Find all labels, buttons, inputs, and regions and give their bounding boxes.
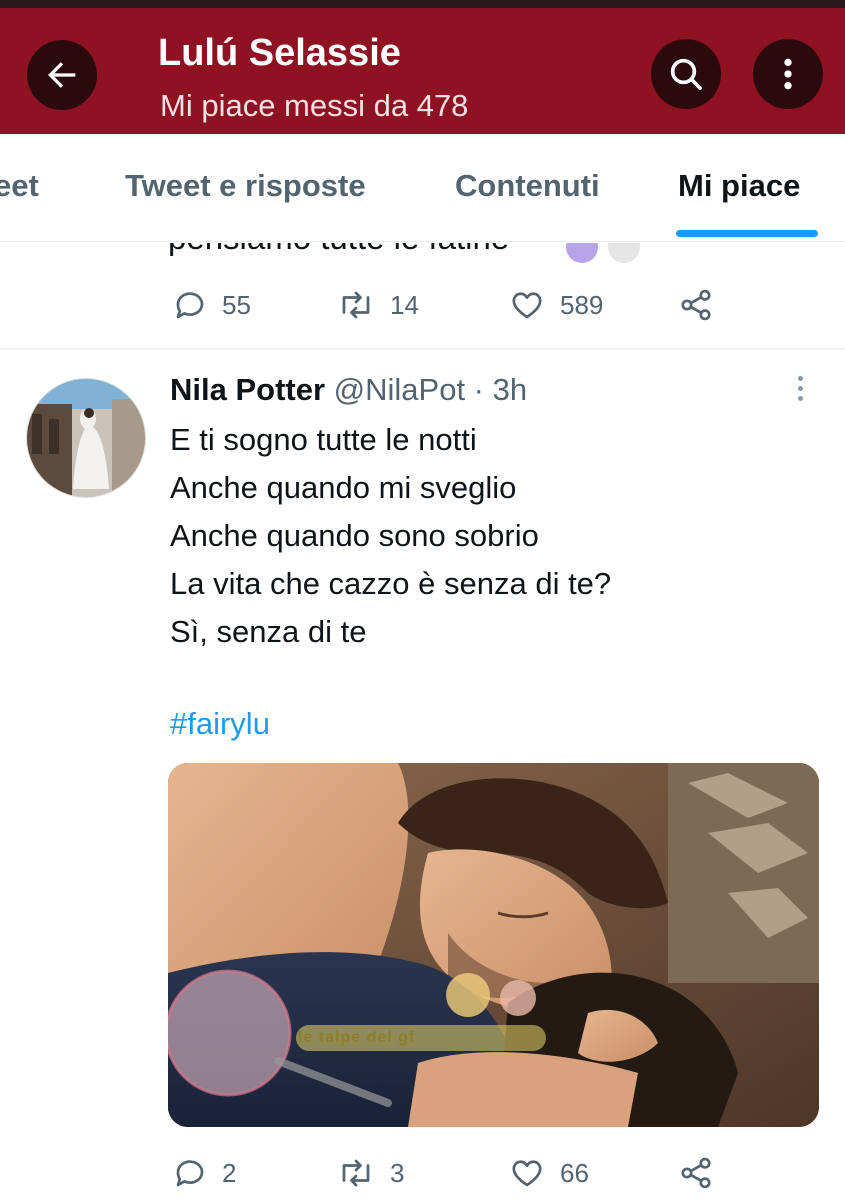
like-count: 589 <box>560 289 604 320</box>
white-heart-emoji <box>608 243 640 263</box>
retweet-icon <box>342 1159 370 1187</box>
more-vertical-icon <box>784 58 792 90</box>
profile-header: Lulú Selassie Mi piace messi da 478 <box>0 8 845 134</box>
back-button[interactable] <box>27 40 97 110</box>
retweet-count: 3 <box>390 1157 405 1188</box>
share-icon <box>681 1157 711 1189</box>
hashtag-link[interactable]: #fairylu <box>170 706 270 742</box>
tweet-text-line: Anche quando mi sveglio <box>170 470 517 505</box>
active-tab-indicator <box>676 230 818 237</box>
author-avatar[interactable] <box>26 378 146 498</box>
share-action[interactable] <box>678 1155 714 1191</box>
share-icon <box>681 289 711 321</box>
more-options-button[interactable] <box>753 39 823 109</box>
like-action[interactable]: 66 <box>508 1155 589 1191</box>
tweet-author-line: Nila Potter @NilaPot · 3h <box>170 372 527 408</box>
heart-icon <box>512 292 542 319</box>
previous-tweet-text-clip: pensiamo tutte le fatine <box>0 243 845 263</box>
like-action[interactable]: 589 <box>508 287 603 323</box>
previous-tweet-text: pensiamo tutte le fatine <box>168 243 509 257</box>
tweet-divider <box>0 348 845 350</box>
tweet-text-line: E ti sogno tutte le notti <box>170 422 477 457</box>
tweet-text-line: La vita che cazzo è senza di te? <box>170 566 612 601</box>
author-handle-time: @NilaPot · 3h <box>333 372 528 407</box>
reply-count: 55 <box>222 289 251 320</box>
more-dot-icon <box>797 386 803 391</box>
reply-count: 2 <box>222 1157 237 1188</box>
profile-name: Lulú Selassie <box>158 32 401 74</box>
share-action[interactable] <box>678 287 714 323</box>
more-dot-icon <box>797 376 803 381</box>
reply-action[interactable]: 2 <box>172 1155 236 1191</box>
reply-icon <box>176 1160 204 1187</box>
tab-tweet[interactable]: eet <box>0 168 39 204</box>
reply-icon <box>176 292 204 319</box>
author-name[interactable]: Nila Potter <box>170 372 325 407</box>
likes-count-subtitle: Mi piace messi da 478 <box>160 88 469 123</box>
retweet-action[interactable]: 14 <box>336 287 419 323</box>
tweet-media-image[interactable] <box>168 763 819 1127</box>
watermark-banner-text: le talpe del gf <box>298 1029 416 1046</box>
heart-icon <box>512 1160 542 1187</box>
tab-tweet-e-risposte[interactable]: Tweet e risposte <box>125 168 366 204</box>
tweet-text-line: Anche quando sono sobrio <box>170 518 539 553</box>
tab-mi-piace[interactable]: Mi piace <box>678 168 800 204</box>
back-arrow-icon <box>48 62 76 88</box>
search-icon <box>670 58 702 90</box>
like-count: 66 <box>560 1157 589 1188</box>
reply-action[interactable]: 55 <box>172 287 251 323</box>
tweet-more-button[interactable] <box>790 376 810 406</box>
retweet-icon <box>342 291 370 319</box>
tweet-text-line: Sì, senza di te <box>170 614 367 649</box>
tab-contenuti[interactable]: Contenuti <box>455 168 600 204</box>
profile-tabs: eet Tweet e risposte Contenuti Mi piace <box>0 134 845 242</box>
purple-heart-emoji <box>566 243 598 263</box>
search-button[interactable] <box>651 39 721 109</box>
retweet-count: 14 <box>390 289 419 320</box>
more-dot-icon <box>797 396 803 401</box>
retweet-action[interactable]: 3 <box>336 1155 404 1191</box>
status-bar-edge <box>0 0 845 8</box>
